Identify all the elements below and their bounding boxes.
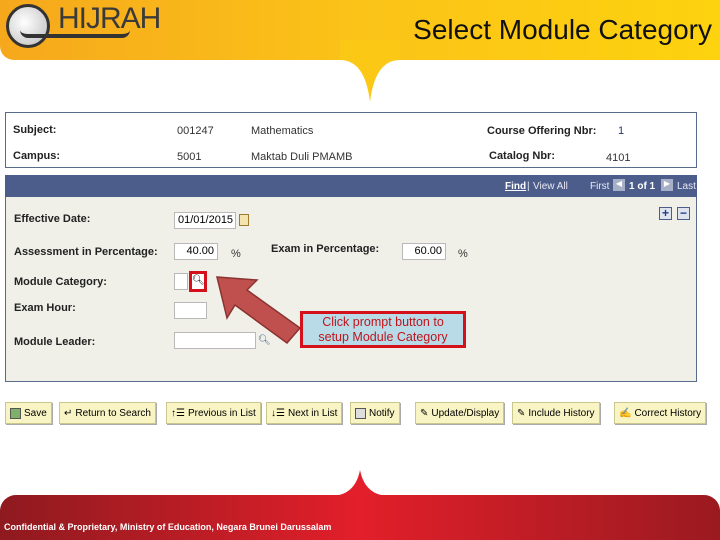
assessment-label: Assessment in Percentage: — [14, 246, 158, 258]
add-row-button[interactable]: + — [659, 207, 672, 220]
footer-text: Confidential & Proprietary, Ministry of … — [4, 522, 332, 532]
separator: | — [527, 181, 530, 192]
correct-label: Correct History — [634, 407, 702, 419]
previous-arrow-icon[interactable]: ◀ — [613, 179, 625, 191]
previous-label: Previous in List — [187, 407, 256, 419]
correct-history-icon: ✍ — [619, 407, 632, 419]
catalog-label: Catalog Nbr: — [489, 150, 555, 162]
exam-label: Exam in Percentage: — [271, 243, 380, 255]
previous-list-icon: ↑☰ — [171, 407, 185, 419]
calendar-icon[interactable] — [239, 214, 249, 226]
callout-line-2: setup Module Category — [318, 330, 448, 344]
save-icon — [10, 407, 21, 419]
delete-row-button[interactable]: − — [677, 207, 690, 220]
notify-button[interactable]: Notify — [350, 402, 400, 424]
return-to-search-button[interactable]: ↵ Return to Search — [59, 402, 156, 424]
navigation-bar: Find | View All First ◀ 1 of 1 ▶ Last — [5, 175, 697, 197]
next-label: Next in List — [287, 407, 338, 419]
campus-label: Campus: — [13, 150, 61, 162]
module-category-input[interactable] — [174, 273, 188, 290]
save-button[interactable]: Save — [5, 402, 52, 424]
campus-code: 5001 — [177, 151, 202, 163]
module-leader-label: Module Leader: — [14, 336, 96, 348]
module-category-label: Module Category: — [14, 276, 107, 288]
footer-tab-decoration — [330, 470, 390, 496]
catalog-value: 4101 — [606, 152, 631, 164]
form-panel: + − Effective Date: 01/01/2015 Assessmen… — [5, 197, 697, 382]
return-icon: ↵ — [64, 407, 73, 419]
update-label: Update/Display — [431, 407, 500, 419]
last-link[interactable]: Last — [677, 181, 696, 192]
offering-label: Course Offering Nbr: — [487, 125, 597, 137]
subject-name: Mathematics — [251, 125, 314, 137]
include-history-button[interactable]: ✎ Include History — [512, 402, 600, 424]
footer-banner — [0, 495, 720, 540]
include-history-icon: ✎ — [517, 407, 526, 419]
effective-date-label: Effective Date: — [14, 213, 91, 225]
offering-value: 1 — [618, 125, 625, 137]
logo: HIJRAH — [58, 2, 161, 35]
exam-input[interactable]: 60.00 — [402, 243, 446, 260]
previous-in-list-button[interactable]: ↑☰ Previous in List — [166, 402, 261, 424]
find-link[interactable]: Find — [505, 181, 526, 192]
include-label: Include History — [528, 407, 595, 419]
subject-code: 001247 — [177, 125, 214, 137]
assessment-percent: % — [231, 248, 241, 260]
effective-date-input[interactable]: 01/01/2015 — [174, 212, 236, 229]
return-label: Return to Search — [75, 407, 151, 419]
save-label: Save — [24, 407, 47, 419]
notify-icon — [355, 407, 366, 419]
logo-globe-icon — [6, 4, 50, 48]
exam-percent: % — [458, 248, 468, 260]
course-info-box: Subject: 001247 Mathematics Course Offer… — [5, 112, 697, 168]
campus-name: Maktab Duli PMAMB — [251, 151, 353, 163]
correct-history-button[interactable]: ✍ Correct History — [614, 402, 707, 424]
first-link[interactable]: First — [590, 181, 609, 192]
exam-hour-input[interactable] — [174, 302, 207, 319]
page-title: Select Module Category — [413, 14, 712, 45]
next-arrow-icon[interactable]: ▶ — [661, 179, 673, 191]
view-all-link[interactable]: View All — [533, 181, 568, 192]
pointer-arrow — [216, 276, 302, 345]
exam-hour-label: Exam Hour: — [14, 302, 76, 314]
next-in-list-button[interactable]: ↓☰ Next in List — [266, 402, 343, 424]
callout-line-1: Click prompt button to — [322, 315, 444, 329]
assessment-input[interactable]: 40.00 — [174, 243, 218, 260]
update-icon: ✎ — [420, 407, 429, 419]
subject-label: Subject: — [13, 124, 57, 136]
notify-label: Notify — [369, 407, 395, 419]
next-list-icon: ↓☰ — [271, 407, 285, 419]
row-count: 1 of 1 — [629, 181, 656, 192]
instruction-callout: Click prompt button to setup Module Cate… — [300, 311, 466, 348]
update-display-button[interactable]: ✎ Update/Display — [415, 402, 505, 424]
header-tab-decoration — [340, 40, 400, 102]
